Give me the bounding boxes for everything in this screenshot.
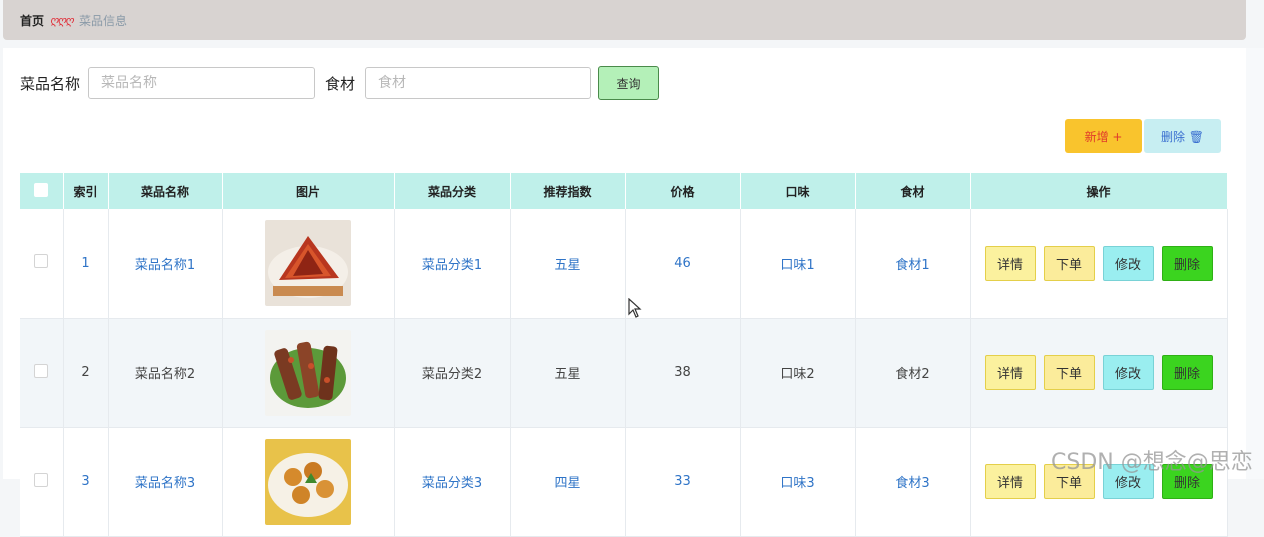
header-rating: 推荐指数 [510, 173, 626, 209]
row-rating[interactable]: 五星 [510, 318, 626, 427]
table-row: 3 菜品名称3 菜品分类3 四星 33 口味3 食材3 详情 下单 修改 删除 [20, 427, 1228, 536]
row-actions: 详情 下单 修改 删除 [970, 209, 1228, 318]
row-category[interactable]: 菜品分类1 [394, 209, 511, 318]
row-rating[interactable]: 五星 [510, 209, 626, 318]
detail-button[interactable]: 详情 [984, 245, 1036, 281]
dish-image[interactable] [265, 220, 351, 307]
row-checkbox[interactable] [34, 254, 49, 269]
dish-image[interactable] [265, 438, 351, 525]
ingredient-label: 食材 [325, 74, 356, 93]
select-all-cell[interactable] [20, 173, 64, 209]
edit-button[interactable]: 修改 [1102, 245, 1154, 281]
row-category[interactable]: 菜品分类2 [394, 318, 511, 427]
delete-button[interactable]: 删除 [1161, 355, 1213, 390]
query-button[interactable]: 查询 [598, 66, 660, 100]
table-header-row: 索引 菜品名称 图片 菜品分类 推荐指数 价格 口味 食材 操作 [20, 173, 1228, 209]
row-index: 1 [63, 209, 109, 318]
row-image-cell [222, 427, 395, 536]
select-all-checkbox[interactable] [34, 182, 49, 197]
edit-button[interactable]: 修改 [1102, 355, 1154, 390]
watermark: CSDN @想念@思恋 [1051, 450, 1253, 475]
header-ingredient: 食材 [855, 173, 971, 209]
header-taste: 口味 [740, 173, 856, 209]
row-dish-name[interactable]: 菜品名称3 [108, 427, 223, 536]
breadcrumb-home[interactable]: 首页 [20, 12, 44, 29]
header-category: 菜品分类 [394, 173, 511, 209]
row-actions: 详情 下单 修改 删除 [970, 318, 1228, 427]
row-taste[interactable]: 口味2 [740, 318, 856, 427]
row-image-cell [222, 209, 395, 318]
order-button[interactable]: 下单 [1043, 355, 1095, 390]
main-content: 菜品名称 食材 查询 新增 + 删除 🗑 索引 菜品名称 图片 菜品分类 推荐指… [3, 48, 1246, 536]
breadcrumb-current: 菜品信息 [78, 13, 127, 28]
row-dish-name[interactable]: 菜品名称1 [108, 209, 223, 318]
dish-name-input[interactable] [88, 67, 316, 99]
search-form: 菜品名称 食材 查询 [20, 66, 660, 100]
detail-button[interactable]: 详情 [984, 355, 1036, 390]
row-price[interactable]: 38 [625, 318, 741, 427]
row-image-cell [222, 318, 395, 427]
row-index: 2 [63, 318, 109, 427]
add-button[interactable]: 新增 + [1065, 119, 1142, 153]
row-ingredient[interactable]: 食材3 [855, 427, 971, 536]
row-ingredient[interactable]: 食材1 [855, 209, 971, 318]
table-row: 2 菜品名称2 菜品分类2 五星 38 口味2 食材2 详情 下单 修改 删除 [20, 318, 1228, 427]
order-button[interactable]: 下单 [1043, 245, 1095, 281]
breadcrumb: 首页 ღღღ 菜品信息 [3, 0, 1246, 40]
batch-delete-button[interactable]: 删除 🗑 [1144, 119, 1221, 153]
header-image: 图片 [222, 173, 395, 209]
row-checkbox[interactable] [34, 472, 49, 487]
table-row: 1 菜品名称1 菜品分类1 五星 46 口味1 食材1 详情 下单 修改 删除 [20, 209, 1228, 318]
header-name: 菜品名称 [108, 173, 223, 209]
mouse-cursor-icon [628, 298, 642, 318]
row-price[interactable]: 46 [625, 209, 741, 318]
row-dish-name[interactable]: 菜品名称2 [108, 318, 223, 427]
breadcrumb-separator: ღღღ [50, 13, 74, 27]
header-actions: 操作 [970, 173, 1228, 209]
dish-image[interactable] [265, 329, 351, 416]
row-taste[interactable]: 口味3 [740, 427, 856, 536]
page-scroll-area [1246, 48, 1264, 479]
row-category[interactable]: 菜品分类3 [394, 427, 511, 536]
row-taste[interactable]: 口味1 [740, 209, 856, 318]
dish-table: 索引 菜品名称 图片 菜品分类 推荐指数 价格 口味 食材 操作 1 菜品名称1 [20, 173, 1228, 537]
row-price[interactable]: 33 [625, 427, 741, 536]
delete-button[interactable]: 删除 [1161, 245, 1213, 281]
dish-name-label: 菜品名称 [20, 74, 81, 93]
row-index: 3 [63, 427, 109, 536]
ingredient-input[interactable] [365, 67, 592, 99]
detail-button[interactable]: 详情 [984, 464, 1036, 499]
row-rating[interactable]: 四星 [510, 427, 626, 536]
row-checkbox[interactable] [34, 363, 49, 378]
header-price: 价格 [625, 173, 741, 209]
header-index: 索引 [63, 173, 109, 209]
row-ingredient[interactable]: 食材2 [855, 318, 971, 427]
